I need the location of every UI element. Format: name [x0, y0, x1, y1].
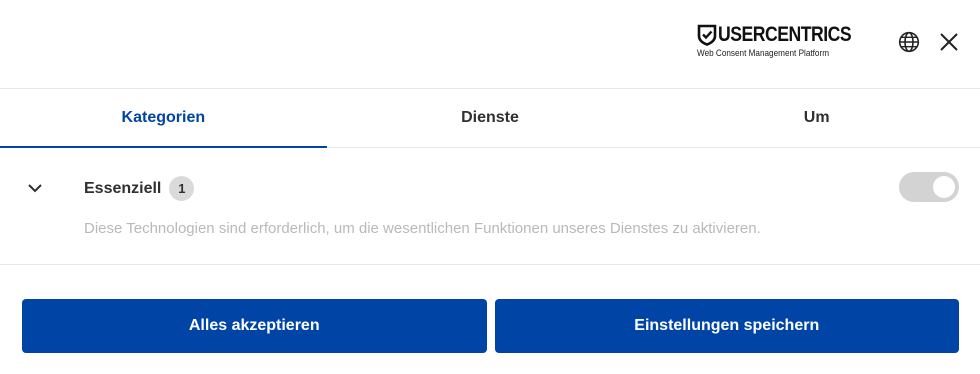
dialog-header: USERCENTRICS Web Consent Management Plat…	[0, 0, 980, 89]
chevron-down-icon[interactable]	[26, 179, 44, 197]
tab-kategorien[interactable]: Kategorien	[0, 89, 327, 148]
usercentrics-logo: USERCENTRICS Web Consent Management Plat…	[696, 24, 876, 60]
tab-um[interactable]: Um	[653, 89, 980, 147]
tab-bar: Kategorien Dienste Um	[0, 89, 980, 148]
close-icon	[940, 33, 958, 51]
brand-row: USERCENTRICS	[697, 24, 876, 46]
action-bar: Alles akzeptieren Einstellungen speicher…	[0, 265, 980, 353]
category-header: Essenziell 1	[84, 176, 195, 201]
tab-dienste[interactable]: Dienste	[327, 89, 654, 147]
globe-icon	[898, 31, 920, 53]
category-toggle[interactable]	[899, 172, 959, 202]
close-button[interactable]	[935, 28, 963, 56]
service-count-badge: 1	[169, 176, 195, 201]
language-button[interactable]	[895, 28, 923, 56]
category-title: Essenziell	[84, 179, 162, 197]
accept-all-button[interactable]: Alles akzeptieren	[22, 299, 487, 353]
save-settings-button[interactable]: Einstellungen speichern	[494, 299, 959, 353]
shield-check-icon	[697, 24, 716, 46]
brand-tagline: Web Consent Management Platform	[696, 48, 829, 59]
category-essenziell: Essenziell 1 Diese Technologien sind erf…	[0, 148, 980, 265]
brand-name: USERCENTRICS	[717, 23, 852, 46]
toggle-knob	[933, 176, 955, 198]
category-description: Diese Technologien sind erforderlich, um…	[84, 220, 761, 237]
